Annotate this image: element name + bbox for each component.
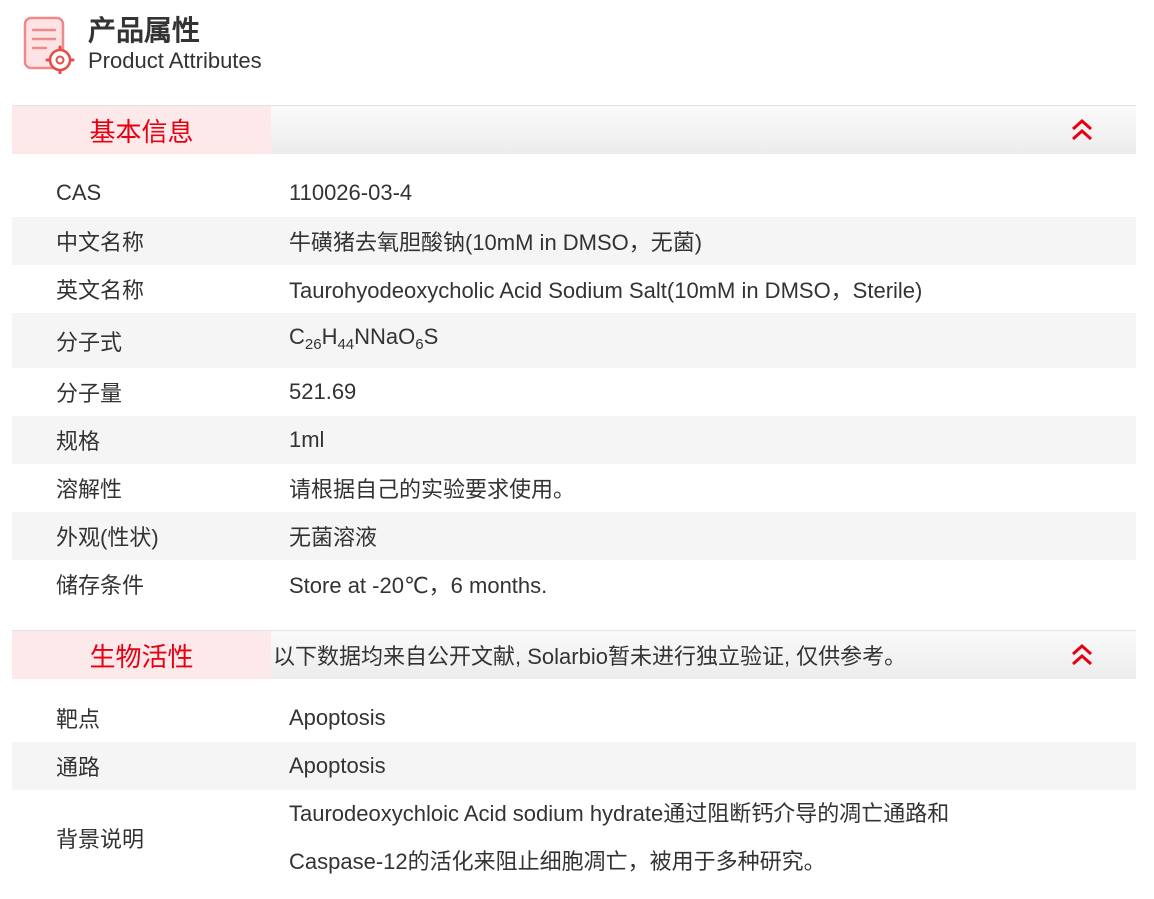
table-row: 中文名称 牛磺猪去氧胆酸钠(10mM in DMSO，无菌) xyxy=(12,217,1136,265)
background-description: Taurodeoxychloic Acid sodium hydrate通过阻断… xyxy=(289,790,1136,886)
row-label: 中文名称 xyxy=(56,230,145,255)
table-row: 背景说明 Taurodeoxychloic Acid sodium hydrat… xyxy=(12,790,1136,886)
row-label: 外观(性状) xyxy=(56,525,159,550)
table-row: 规格 1ml xyxy=(12,416,1136,464)
double-chevron-up-icon[interactable] xyxy=(1070,643,1094,667)
row-label: 通路 xyxy=(56,755,101,780)
table-row: 英文名称 Taurohyodeoxycholic Acid Sodium Sal… xyxy=(12,265,1136,313)
bio-activity-table: 靶点 Apoptosis 通路 Apoptosis 背景说明 Taurodeox… xyxy=(12,694,1136,886)
row-label: 分子量 xyxy=(56,381,123,406)
disclaimer-note: 以下数据均来自公开文献, Solarbio暂未进行独立验证, 仅供参考。 xyxy=(273,644,907,669)
row-value: 无菌溶液 xyxy=(289,525,378,550)
basic-info-table: CAS 110026-03-4 中文名称 牛磺猪去氧胆酸钠(10mM in DM… xyxy=(12,169,1136,608)
table-row: 储存条件 Store at -20℃，6 months. xyxy=(12,560,1136,608)
row-value: 牛磺猪去氧胆酸钠(10mM in DMSO，无菌) xyxy=(289,230,703,255)
bio-activity-tab[interactable]: 生物活性 xyxy=(12,631,271,679)
row-label: 储存条件 xyxy=(56,573,145,598)
molecular-formula: C26H44NNaO6S xyxy=(289,323,439,353)
page-header: 产品属性 Product Attributes xyxy=(22,14,262,78)
row-value: 请根据自己的实验要求使用。 xyxy=(289,477,576,502)
row-value: 1ml xyxy=(289,427,325,452)
row-label: 英文名称 xyxy=(56,278,145,303)
row-label: 分子式 xyxy=(56,329,123,355)
table-row: 靶点 Apoptosis xyxy=(12,694,1136,742)
description-line: Caspase-12的活化来阻止细胞凋亡，被用于多种研究。 xyxy=(289,849,826,874)
row-label: CAS xyxy=(56,180,102,205)
row-label: 背景说明 xyxy=(56,827,145,852)
row-label: 规格 xyxy=(56,429,101,454)
table-row: 外观(性状) 无菌溶液 xyxy=(12,512,1136,560)
basic-info-section-header[interactable]: 基本信息 xyxy=(12,105,1136,154)
row-value: Apoptosis xyxy=(289,753,386,778)
row-label: 溶解性 xyxy=(56,477,123,502)
page-title: 产品属性 xyxy=(88,15,201,46)
double-chevron-up-icon[interactable] xyxy=(1070,118,1094,142)
row-value: Apoptosis xyxy=(289,705,386,730)
table-row: CAS 110026-03-4 xyxy=(12,169,1136,217)
row-value: 110026-03-4 xyxy=(289,180,413,205)
table-row: 通路 Apoptosis xyxy=(12,742,1136,790)
row-label: 靶点 xyxy=(56,707,101,732)
document-settings-icon xyxy=(22,14,76,75)
table-row: 溶解性 请根据自己的实验要求使用。 xyxy=(12,464,1136,512)
row-value: 521.69 xyxy=(289,379,357,404)
table-row: 分子式 C26H44NNaO6S xyxy=(12,313,1136,368)
page-subtitle: Product Attributes xyxy=(88,48,262,73)
bio-activity-section-header[interactable]: 生物活性 以下数据均来自公开文献, Solarbio暂未进行独立验证, 仅供参考… xyxy=(12,630,1136,679)
table-row: 分子量 521.69 xyxy=(12,368,1136,416)
basic-info-tab[interactable]: 基本信息 xyxy=(12,106,271,154)
row-value: Taurohyodeoxycholic Acid Sodium Salt(10m… xyxy=(289,278,923,303)
row-value: Store at -20℃，6 months. xyxy=(289,573,548,598)
description-line: Taurodeoxychloic Acid sodium hydrate通过阻断… xyxy=(289,801,950,826)
